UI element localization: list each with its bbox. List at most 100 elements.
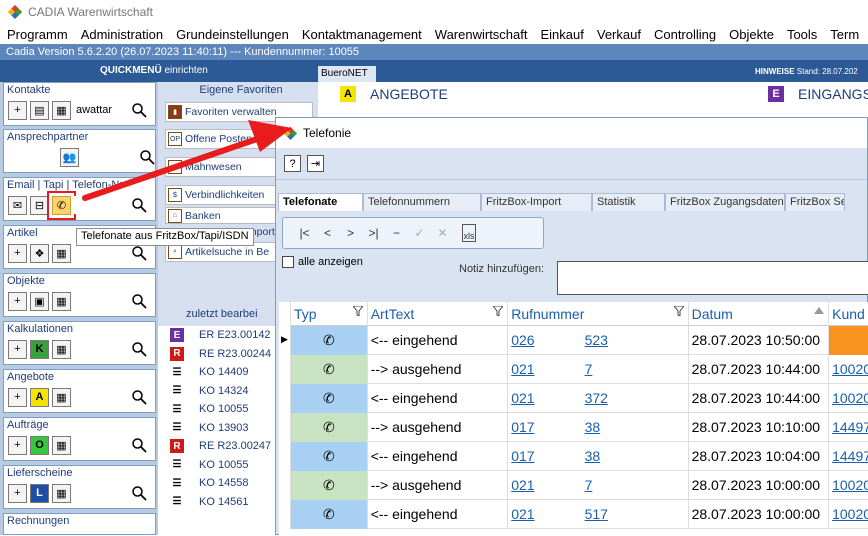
- add-icon[interactable]: +: [8, 339, 27, 359]
- table-row[interactable]: ▶ ✆ <-- eingehend 026 523 28.07.2023 10:5…: [279, 326, 868, 355]
- tile-angebote[interactable]: A ANGEBOTE: [340, 86, 448, 102]
- phone-link-prefix[interactable]: 021: [511, 390, 534, 406]
- lieferscheine-search-input[interactable]: [74, 484, 129, 502]
- cell-rufnummer[interactable]: 017 38: [508, 442, 689, 471]
- cell-kunde[interactable]: 10020: [829, 500, 868, 529]
- table-icon[interactable]: ▦: [52, 243, 71, 263]
- cell-kunde[interactable]: 14497: [829, 413, 868, 442]
- phone-link-suffix[interactable]: 372: [585, 390, 608, 406]
- cell-rufnummer[interactable]: 021 7: [508, 355, 689, 384]
- search-icon[interactable]: [131, 389, 147, 405]
- phone-link-prefix[interactable]: 017: [511, 448, 534, 464]
- search-icon[interactable]: [131, 341, 147, 357]
- add-icon[interactable]: +: [8, 100, 27, 120]
- first-record-icon[interactable]: |<: [293, 226, 316, 240]
- phone-link-prefix[interactable]: 021: [511, 361, 534, 377]
- phone-link-suffix[interactable]: 7: [585, 477, 593, 493]
- filter-icon[interactable]: [673, 306, 684, 316]
- search-icon[interactable]: [131, 293, 147, 309]
- delete-record-icon[interactable]: −: [385, 226, 408, 240]
- column-header-rufnummer[interactable]: Rufnummer: [508, 302, 689, 326]
- phone-link-suffix[interactable]: 523: [585, 332, 608, 348]
- notiz-input[interactable]: [557, 261, 868, 295]
- table-icon[interactable]: ▦: [52, 483, 71, 503]
- table-row[interactable]: ✆ <-- eingehend 021 372 28.07.2023 10:44:…: [279, 384, 868, 413]
- excel-export-icon[interactable]: xls: [462, 224, 476, 242]
- menu-verkauf[interactable]: Verkauf: [590, 27, 647, 42]
- mailbox-icon[interactable]: ⊟: [30, 195, 49, 215]
- menu-administration[interactable]: Administration: [74, 27, 169, 42]
- cell-kunde[interactable]: 10020: [829, 384, 868, 413]
- table-row[interactable]: ✆ <-- eingehend 017 38 28.07.2023 10:04:0…: [279, 442, 868, 471]
- phone-link-suffix[interactable]: 517: [585, 506, 608, 522]
- phone-link-suffix[interactable]: 38: [585, 419, 601, 435]
- column-header-kunde[interactable]: Kund: [829, 302, 868, 326]
- add-icon[interactable]: +: [8, 243, 27, 263]
- cell-kunde[interactable]: 10020: [829, 355, 868, 384]
- cell-rufnummer[interactable]: 026 523: [508, 326, 689, 355]
- cell-rufnummer[interactable]: 017 38: [508, 413, 689, 442]
- previous-record-icon[interactable]: <: [316, 226, 339, 240]
- add-icon[interactable]: +: [8, 483, 27, 503]
- add-icon[interactable]: +: [8, 387, 27, 407]
- sort-ascending-icon[interactable]: [814, 306, 825, 316]
- kalkulationen-search-input[interactable]: [74, 340, 129, 358]
- artikel-search-input[interactable]: [74, 244, 129, 262]
- column-header-arttext[interactable]: ArtText: [368, 302, 509, 326]
- angebot-a-icon[interactable]: A: [30, 387, 49, 407]
- menu-programm[interactable]: Programm: [0, 27, 74, 42]
- table-row[interactable]: ✆ --> ausgehend 021 7 28.07.2023 10:00:00…: [279, 471, 868, 500]
- tab-statistik[interactable]: Statistik: [592, 193, 665, 211]
- tab-bueronet[interactable]: BueroNET: [318, 66, 376, 82]
- table-icon[interactable]: ▦: [52, 387, 71, 407]
- show-all-checkbox[interactable]: alle anzeigen: [282, 256, 363, 268]
- menu-einkauf[interactable]: Einkauf: [534, 27, 590, 42]
- menu-kontaktmanagement[interactable]: Kontaktmanagement: [295, 27, 428, 42]
- add-icon[interactable]: +: [8, 435, 27, 455]
- table-icon[interactable]: ▦: [52, 291, 71, 311]
- auftraege-search-input[interactable]: [74, 436, 129, 454]
- confirm-icon[interactable]: ✓: [408, 226, 431, 240]
- menu-term[interactable]: Term: [823, 27, 865, 42]
- last-record-icon[interactable]: >|: [362, 226, 385, 240]
- filter-icon[interactable]: [352, 306, 363, 316]
- search-icon[interactable]: [131, 437, 147, 453]
- menu-warenwirtschaft[interactable]: Warenwirtschaft: [428, 27, 534, 42]
- lieferschein-l-icon[interactable]: L: [30, 483, 49, 503]
- cell-kunde[interactable]: 14497: [829, 442, 868, 471]
- checkbox-box[interactable]: [282, 256, 294, 268]
- search-icon[interactable]: [131, 245, 147, 261]
- email-icon[interactable]: ✉: [8, 195, 27, 215]
- cell-kunde[interactable]: [829, 326, 868, 355]
- kalkulation-k-icon[interactable]: K: [30, 339, 49, 359]
- cell-rufnummer[interactable]: 021 7: [508, 471, 689, 500]
- phone-link-suffix[interactable]: 7: [585, 361, 593, 377]
- table-row[interactable]: ✆ <-- eingehend 021 517 28.07.2023 10:00:…: [279, 500, 868, 529]
- angebote-search-input[interactable]: [74, 388, 129, 406]
- tab-fritzbox-settings[interactable]: FritzBox Se: [785, 193, 845, 211]
- table-icon[interactable]: ▦: [52, 435, 71, 455]
- phone-link-prefix[interactable]: 021: [511, 477, 534, 493]
- tab-fritzbox-import[interactable]: FritzBox-Import: [481, 193, 592, 211]
- cell-kunde[interactable]: 10020: [829, 471, 868, 500]
- contact-card-icon[interactable]: ▤: [30, 100, 49, 120]
- phone-link-prefix[interactable]: 021: [511, 506, 534, 522]
- tab-fritzbox-zugangsdaten[interactable]: FritzBox Zugangsdaten: [665, 193, 785, 211]
- search-icon[interactable]: [131, 485, 147, 501]
- table-row[interactable]: ✆ --> ausgehend 021 7 28.07.2023 10:44:00…: [279, 355, 868, 384]
- menu-grundeinstellungen[interactable]: Grundeinstellungen: [169, 27, 295, 42]
- grid-icon[interactable]: ▣: [30, 291, 49, 311]
- objekte-search-input[interactable]: [74, 292, 129, 310]
- menu-objekte[interactable]: Objekte: [722, 27, 780, 42]
- filter-icon[interactable]: [493, 306, 504, 316]
- phone-link-suffix[interactable]: 38: [585, 448, 601, 464]
- boxes-icon[interactable]: ❖: [30, 243, 49, 263]
- table-row[interactable]: ✆ --> ausgehend 017 38 28.07.2023 10:10:0…: [279, 413, 868, 442]
- phone-link-prefix[interactable]: 017: [511, 419, 534, 435]
- cancel-icon[interactable]: ✕: [431, 226, 454, 240]
- cell-rufnummer[interactable]: 021 372: [508, 384, 689, 413]
- column-header-typ[interactable]: Typ: [291, 302, 368, 326]
- menu-controlling[interactable]: Controlling: [647, 27, 722, 42]
- exit-icon[interactable]: ⇥: [307, 155, 324, 172]
- quickmenu-einrichten-link[interactable]: einrichten: [164, 65, 207, 76]
